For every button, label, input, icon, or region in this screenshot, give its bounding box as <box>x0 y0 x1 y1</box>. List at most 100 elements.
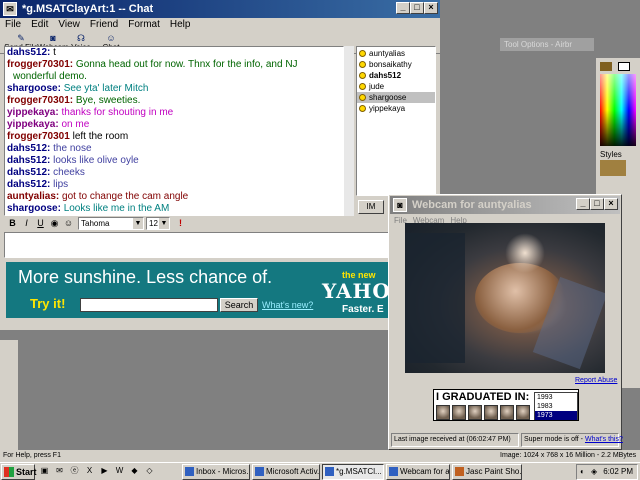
graduation-ad[interactable]: I GRADUATED IN: 1993 1983 1973 <box>433 389 579 421</box>
foreground-swatch[interactable] <box>600 62 612 71</box>
quicklaunch-media-icon[interactable]: ▶ <box>98 465 111 478</box>
bold-button[interactable]: B <box>6 217 19 230</box>
whats-this-link[interactable]: What's this? <box>585 436 623 443</box>
menu-edit[interactable]: Edit <box>26 18 53 31</box>
task-inbox[interactable]: Inbox - Micros... <box>182 464 250 480</box>
user-status-icon <box>359 50 366 57</box>
webcam-maximize-button[interactable]: □ <box>590 198 604 210</box>
chat-message: shargoose: Looks like me in the AM <box>7 203 341 215</box>
user-list-item[interactable]: bonsaikathy <box>357 59 435 70</box>
ad-photo <box>468 405 482 420</box>
tool-options-panel[interactable]: Tool Options - Airbr <box>500 38 594 51</box>
chat-titlebar[interactable]: ✉ *g.MSATClayArt:1 -- Chat _ □ × <box>0 0 440 18</box>
taskbar: Start ▣ ✉ ⓔ X ▶ W ◆ ◇ Inbox - Micros... … <box>0 462 640 480</box>
report-abuse-link[interactable]: Report Abuse <box>575 377 617 384</box>
ad-whats-new-link[interactable]: What's new? <box>262 300 313 310</box>
task-inbox-label: Inbox - Micros... <box>196 467 250 476</box>
chat-window: ✉ *g.MSATClayArt:1 -- Chat _ □ × File Edi… <box>0 0 440 330</box>
color-button[interactable]: ◉ <box>48 217 61 230</box>
italic-button[interactable]: I <box>20 217 33 230</box>
super-mode-text: Super mode is off - <box>524 436 585 443</box>
size-select-value: 12 <box>149 219 158 228</box>
quicklaunch-desktop-icon[interactable]: ▣ <box>38 465 51 478</box>
menu-file[interactable]: File <box>0 18 26 31</box>
user-list-item[interactable]: shargoose <box>357 92 435 103</box>
chat-log-scrollbar[interactable] <box>344 46 354 216</box>
style-swatch[interactable] <box>600 160 626 176</box>
quicklaunch-outlook-icon[interactable]: ✉ <box>53 465 66 478</box>
quicklaunch-app-icon[interactable]: ◆ <box>128 465 141 478</box>
chat-message: dahs512: the nose <box>7 143 341 155</box>
message-text: wonderful demo. <box>13 71 87 82</box>
webcam-titlebar[interactable]: ◙ Webcam for auntyalias _ □ × <box>390 196 620 214</box>
im-button[interactable]: IM <box>358 200 384 214</box>
clock[interactable]: 6:02 PM <box>603 465 633 479</box>
menu-friend[interactable]: Friend <box>85 18 123 31</box>
webcam-window: ◙ Webcam for auntyalias _ □ × File Webcam… <box>388 194 623 450</box>
message-sender: shargoose: <box>7 83 61 94</box>
font-select[interactable]: Tahoma ▼ <box>78 217 144 230</box>
user-name: auntyalias <box>369 49 406 58</box>
close-button[interactable]: × <box>424 2 438 14</box>
chat-message: frogger70301: Bye, sweeties. <box>7 95 341 107</box>
menu-help[interactable]: Help <box>165 18 196 31</box>
menu-view[interactable]: View <box>53 18 85 31</box>
webcam-close-button[interactable]: × <box>604 198 618 210</box>
ad-search-button[interactable]: Search <box>220 298 258 312</box>
ad-search-input[interactable] <box>80 298 218 312</box>
super-mode-status: Super mode is off - What's this? <box>521 433 623 447</box>
start-button[interactable]: Start <box>1 464 37 480</box>
tray-network-icon[interactable]: ◈ <box>591 465 597 479</box>
task-webcam[interactable]: Webcam for a... <box>386 464 450 480</box>
user-list[interactable]: auntyalias bonsaikathy dahs512 jude shargoos… <box>356 46 436 196</box>
menu-format[interactable]: Format <box>123 18 165 31</box>
year-option[interactable]: 1993 <box>535 393 577 402</box>
webcam-statusbar: Last image received at (06:02:47 PM) Sup… <box>391 433 623 447</box>
status-help: For Help, press F1 <box>3 452 61 459</box>
chat-icon <box>325 467 334 476</box>
voice-icon: ☊ <box>77 33 85 43</box>
chat-message: dahs512: t <box>7 47 341 59</box>
year-list[interactable]: 1993 1983 1973 <box>534 392 578 420</box>
tray-volume-icon[interactable]: ◐ <box>580 465 585 479</box>
year-option[interactable]: 1983 <box>535 402 577 411</box>
emoticon-button[interactable]: ☺ <box>62 217 75 230</box>
maximize-button[interactable]: □ <box>410 2 424 14</box>
user-list-item[interactable]: auntyalias <box>357 48 435 59</box>
ad-photo <box>436 405 450 420</box>
yahoo-ad-banner[interactable]: More sunshine. Less chance of. Try it! S… <box>6 262 390 318</box>
task-microsoft-activ[interactable]: Microsoft Activ... <box>252 464 320 480</box>
chat-input[interactable] <box>4 232 436 258</box>
message-text: on me <box>61 119 90 130</box>
task-chat[interactable]: *g.MSATCl... <box>322 464 384 480</box>
message-sender: dahs512: <box>7 143 51 154</box>
webcam-minimize-button[interactable]: _ <box>576 198 590 210</box>
message-text: cheeks <box>53 167 85 178</box>
user-list-item[interactable]: dahs512 <box>357 70 435 81</box>
paint-tool-strip[interactable] <box>0 340 18 450</box>
quicklaunch-excel-icon[interactable]: X <box>83 465 96 478</box>
message-sender: frogger70301 <box>7 131 70 142</box>
chat-icon: ☺ <box>106 33 116 43</box>
user-list-item[interactable]: jude <box>357 81 435 92</box>
quicklaunch-word-icon[interactable]: W <box>113 465 126 478</box>
ad-photo <box>484 405 498 420</box>
quicklaunch-app-icon[interactable]: ◇ <box>143 465 156 478</box>
chat-message: yippekaya: on me <box>7 119 341 131</box>
message-text: Looks like me in the AM <box>63 203 170 214</box>
year-option[interactable]: 1973 <box>535 411 577 420</box>
chat-title: *g.MSATClayArt:1 -- Chat <box>22 3 154 15</box>
alert-icon[interactable]: ! <box>174 217 187 230</box>
user-list-item[interactable]: yippekaya <box>357 103 435 114</box>
last-image-status: Last image received at (06:02:47 PM) <box>391 433 519 447</box>
minimize-button[interactable]: _ <box>396 2 410 14</box>
chat-log[interactable]: dahs512: t frogger70301: Gonna head out f… <box>4 46 344 216</box>
underline-button[interactable]: U <box>34 217 47 230</box>
background-swatch[interactable] <box>618 62 630 71</box>
task-chat-label: *g.MSATCl... <box>336 467 382 476</box>
task-paint-shop[interactable]: Jasc Paint Sho... <box>452 464 522 480</box>
size-select[interactable]: 12 ▼ <box>146 217 170 230</box>
paint-shop-icon <box>455 467 464 476</box>
quicklaunch-explorer-icon[interactable]: ⓔ <box>68 465 81 478</box>
task-paint-shop-label: Jasc Paint Sho... <box>466 467 522 476</box>
